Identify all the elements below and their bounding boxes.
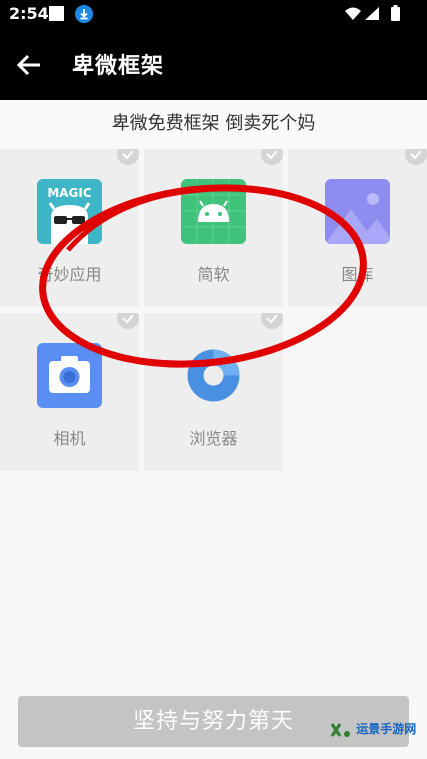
status-time: 2:54 [9, 4, 49, 23]
app-label: 浏览器 [189, 429, 238, 448]
camera-icon [37, 343, 102, 408]
watermark-icon [330, 722, 350, 737]
app-tile-browser[interactable]: 浏览器 [144, 313, 283, 471]
back-button[interactable] [14, 50, 44, 80]
signal-icon [365, 7, 379, 20]
watermark-logo: 运景手游网 [330, 720, 416, 738]
status-bar: 2:54 [0, 0, 427, 28]
watermark-text: 运景手游网 [356, 722, 417, 736]
status-icons [343, 4, 413, 24]
app-tile-camera[interactable]: 相机 [0, 313, 139, 471]
app-label: 奇妙应用 [37, 265, 102, 284]
check-icon [405, 149, 427, 165]
notification-square-icon [49, 6, 64, 21]
back-arrow-icon [16, 54, 40, 76]
check-icon [117, 313, 139, 329]
browser-icon [181, 343, 246, 408]
subtitle-text: 卑微免费框架 倒卖死个妈 [0, 100, 427, 148]
download-icon [75, 5, 93, 23]
check-icon [117, 149, 139, 165]
check-icon [261, 149, 283, 165]
magic-app-icon: MAGIC [37, 179, 102, 244]
check-icon [261, 313, 283, 329]
app-label: 相机 [53, 429, 86, 448]
wifi-icon [345, 7, 361, 20]
app-tile-magic[interactable]: MAGIC 奇妙应用 [0, 149, 139, 307]
page-title: 卑微框架 [72, 54, 165, 79]
battery-icon [391, 5, 400, 21]
magic-icon-text: MAGIC [47, 186, 92, 200]
app-tile-jianruan[interactable]: 简软 [144, 149, 283, 307]
android-icon [181, 179, 246, 244]
app-label: 简软 [197, 265, 230, 284]
app-tile-gallery[interactable]: 图库 [288, 149, 427, 307]
gallery-icon [325, 179, 390, 244]
app-label: 图库 [341, 265, 374, 284]
app-bar: 卑微框架 [0, 28, 427, 100]
